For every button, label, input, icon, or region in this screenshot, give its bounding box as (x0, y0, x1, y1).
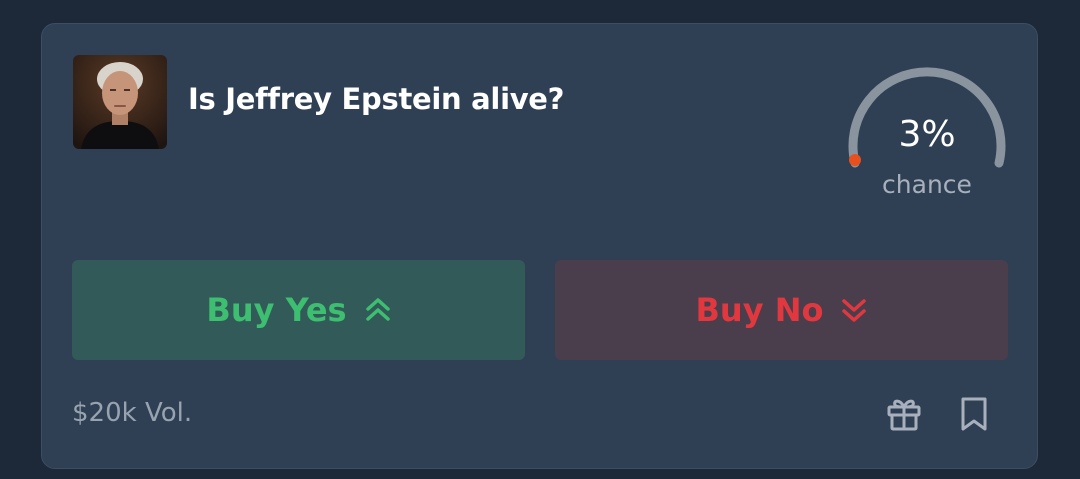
buy-yes-button[interactable]: Buy Yes (72, 260, 525, 360)
buy-no-label: Buy No (695, 291, 824, 329)
chance-value: 3% (898, 114, 956, 155)
chance-gauge: 3% chance (842, 47, 1012, 199)
bookmark-button[interactable] (954, 396, 994, 436)
gift-icon (886, 396, 922, 437)
double-chevron-up-icon (365, 298, 391, 322)
bookmark-icon (959, 396, 989, 437)
buy-no-button[interactable]: Buy No (555, 260, 1008, 360)
chance-label: chance (882, 170, 972, 199)
gift-button[interactable] (884, 396, 924, 436)
buy-yes-label: Buy Yes (206, 291, 347, 329)
double-chevron-down-icon (841, 298, 867, 322)
market-card[interactable]: Is Jeffrey Epstein alive? 3% chance Buy … (41, 23, 1038, 469)
volume-text: $20k Vol. (72, 398, 193, 428)
market-question[interactable]: Is Jeffrey Epstein alive? (188, 76, 808, 122)
market-avatar-image (73, 55, 167, 149)
